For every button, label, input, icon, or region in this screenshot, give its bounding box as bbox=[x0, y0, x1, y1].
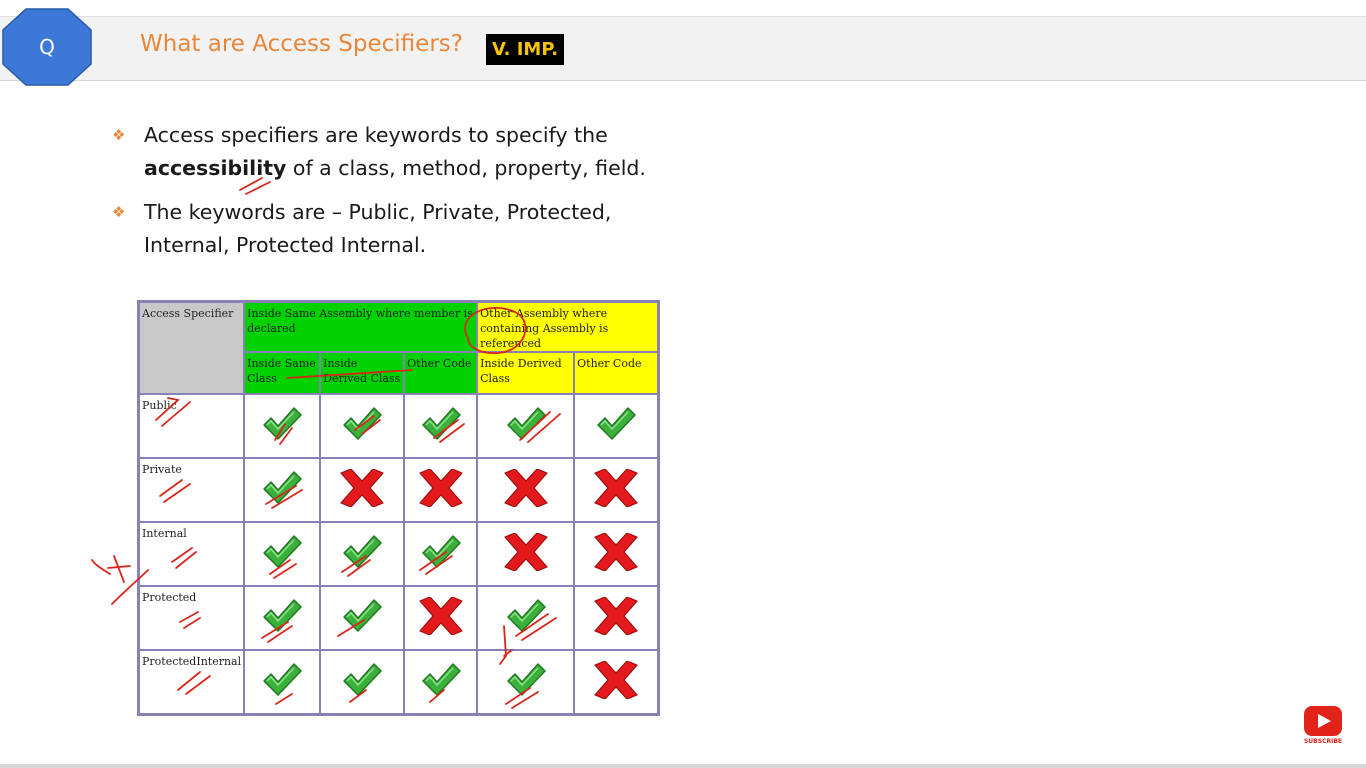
question-badge: Q bbox=[2, 8, 92, 86]
row-label: Public bbox=[137, 393, 246, 459]
check-icon bbox=[341, 405, 383, 443]
access-cell bbox=[403, 457, 479, 523]
access-cell bbox=[476, 649, 576, 715]
cross-icon bbox=[589, 533, 643, 571]
access-cell bbox=[403, 649, 479, 715]
diamond-bullet-icon: ❖ bbox=[112, 203, 126, 221]
bullet-text: of a class, method, property, field. bbox=[286, 156, 646, 180]
importance-badge: V. IMP. bbox=[486, 34, 565, 65]
access-cell bbox=[319, 457, 406, 523]
row-label: Internal bbox=[137, 521, 246, 587]
access-cell bbox=[573, 521, 660, 587]
check-icon bbox=[505, 597, 547, 635]
check-icon bbox=[505, 405, 547, 443]
bullet-bold-text: accessibility bbox=[144, 156, 287, 180]
access-cell bbox=[243, 393, 322, 459]
sub-header: Inside Derived Class bbox=[476, 351, 576, 395]
cross-icon bbox=[414, 597, 468, 635]
check-icon bbox=[420, 405, 462, 443]
check-icon bbox=[261, 533, 303, 571]
access-cell bbox=[476, 457, 576, 523]
badge-letter: Q bbox=[39, 35, 55, 59]
access-cell bbox=[573, 457, 660, 523]
bullet-list: ❖ Access specifiers are keywords to spec… bbox=[112, 119, 672, 273]
access-cell bbox=[403, 393, 479, 459]
sub-header: Inside Same Class bbox=[243, 351, 322, 395]
cross-icon bbox=[499, 533, 553, 571]
youtube-play-icon bbox=[1304, 706, 1342, 736]
cross-icon bbox=[414, 469, 468, 507]
subscribe-button[interactable]: SUBSCRIBE bbox=[1302, 706, 1344, 746]
check-icon bbox=[420, 533, 462, 571]
row-label: Protected bbox=[137, 585, 246, 651]
table-row: Public bbox=[137, 393, 660, 459]
subscribe-label: SUBSCRIBE bbox=[1303, 738, 1342, 745]
bottom-divider bbox=[0, 764, 1366, 768]
page-title: What are Access Specifiers? bbox=[140, 31, 463, 57]
table-row: Protected bbox=[137, 585, 660, 651]
access-cell bbox=[243, 457, 322, 523]
bullet-text: The keywords are – Public, Private, Prot… bbox=[144, 200, 612, 224]
access-cell bbox=[403, 521, 479, 587]
access-cell bbox=[319, 393, 406, 459]
check-icon bbox=[261, 597, 303, 635]
diamond-bullet-icon: ❖ bbox=[112, 126, 126, 144]
bullet-text: Access specifiers are keywords to specif… bbox=[144, 123, 608, 147]
access-cell bbox=[319, 649, 406, 715]
cross-icon bbox=[589, 660, 643, 699]
corner-header: Access Specifier bbox=[137, 300, 246, 395]
bullet-item: ❖ The keywords are – Public, Private, Pr… bbox=[112, 196, 672, 262]
access-cell bbox=[476, 521, 576, 587]
check-icon bbox=[341, 661, 383, 699]
access-cell bbox=[476, 585, 576, 651]
access-cell bbox=[243, 585, 322, 651]
table-row: Internal bbox=[137, 521, 660, 587]
cross-icon bbox=[335, 469, 389, 507]
sub-header: Other Code bbox=[573, 351, 660, 395]
table-body: Public Private Internal Protected ProtectedI… bbox=[137, 393, 660, 715]
check-icon bbox=[505, 661, 547, 699]
group-header-other-assembly: Other Assembly where containing Assembly… bbox=[476, 300, 660, 353]
check-icon bbox=[595, 405, 637, 443]
check-icon bbox=[341, 533, 383, 571]
sub-header: Inside Derived Class bbox=[319, 351, 406, 395]
cross-icon bbox=[589, 469, 643, 507]
check-icon bbox=[420, 661, 462, 699]
access-cell bbox=[476, 393, 576, 459]
cross-icon bbox=[499, 469, 553, 507]
access-cell bbox=[573, 585, 660, 651]
bullet-item: ❖ Access specifiers are keywords to spec… bbox=[112, 119, 672, 185]
table-row: Private bbox=[137, 457, 660, 523]
check-icon bbox=[261, 405, 303, 443]
cross-icon bbox=[589, 597, 643, 635]
row-label: ProtectedInternal bbox=[137, 649, 246, 715]
bullet-text: Internal, Protected Internal. bbox=[144, 233, 427, 257]
access-cell bbox=[319, 521, 406, 587]
access-cell bbox=[319, 585, 406, 651]
group-header-same-assembly: Inside Same Assembly where member is dec… bbox=[243, 300, 479, 353]
check-icon bbox=[341, 597, 383, 635]
access-cell bbox=[243, 521, 322, 587]
sub-header: Other Code bbox=[403, 351, 479, 395]
table-row: ProtectedInternal bbox=[137, 649, 660, 715]
access-cell bbox=[243, 649, 322, 715]
access-specifier-table: Access Specifier Inside Same Assembly wh… bbox=[137, 300, 660, 716]
check-icon bbox=[261, 469, 303, 507]
access-cell bbox=[573, 393, 660, 459]
access-cell bbox=[403, 585, 479, 651]
access-cell bbox=[573, 649, 660, 715]
access-table-wrap: Access Specifier Inside Same Assembly wh… bbox=[137, 300, 660, 716]
row-label: Private bbox=[137, 457, 246, 523]
check-icon bbox=[261, 661, 303, 699]
